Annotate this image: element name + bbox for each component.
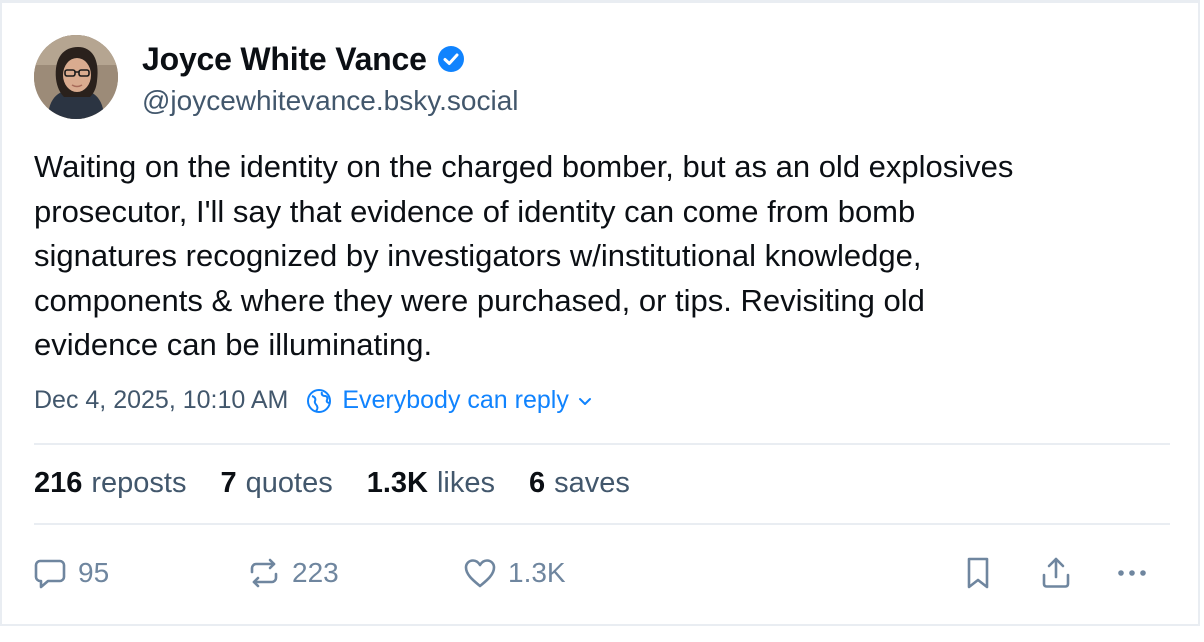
- author-display-name[interactable]: Joyce White Vance: [142, 41, 427, 78]
- bookmark-icon: [960, 555, 996, 591]
- reply-button[interactable]: 95: [32, 555, 109, 591]
- quotes-label: quotes: [245, 467, 333, 499]
- like-count: 1.3K: [508, 557, 566, 588]
- quotes-stat[interactable]: 7 quotes: [221, 467, 333, 500]
- saves-count: 6: [529, 467, 546, 499]
- likes-stat[interactable]: 1.3K likes: [367, 467, 495, 500]
- reply-setting-label: Everybody can reply: [342, 386, 569, 414]
- reply-setting-button[interactable]: Everybody can reply: [306, 386, 593, 415]
- repost-button[interactable]: 223: [246, 555, 339, 591]
- saves-stat[interactable]: 6 saves: [529, 467, 630, 500]
- repost-icon: [246, 555, 282, 591]
- more-options-button[interactable]: [1114, 555, 1150, 591]
- like-button[interactable]: 1.3K: [462, 555, 566, 591]
- globe-icon: [306, 388, 332, 414]
- saves-label: saves: [554, 467, 630, 499]
- post-meta: Dec 4, 2025, 10:10 AM Everybody can repl…: [34, 386, 593, 415]
- reposts-label: reposts: [91, 467, 187, 499]
- heart-icon: [462, 555, 498, 591]
- post-card: Joyce White Vance @joycewhitevance.bsky.…: [0, 0, 1200, 626]
- avatar-photo: [34, 35, 118, 119]
- author-name-row: Joyce White Vance: [142, 39, 519, 79]
- divider: [34, 443, 1170, 445]
- reply-count: 95: [78, 557, 110, 588]
- verified-badge-icon[interactable]: [437, 45, 465, 73]
- quotes-count: 7: [220, 467, 237, 499]
- ellipsis-icon: [1114, 555, 1150, 591]
- post-stats: 216 reposts 7 quotes 1.3K likes 6 saves: [34, 467, 664, 500]
- share-icon: [1038, 555, 1074, 591]
- author-handle[interactable]: @joycewhitevance.bsky.social: [142, 85, 519, 117]
- reposts-stat[interactable]: 216 reposts: [34, 467, 187, 500]
- divider: [34, 523, 1170, 525]
- post-text: Waiting on the identity on the charged b…: [34, 149, 1014, 362]
- share-button[interactable]: [1038, 555, 1074, 591]
- likes-label: likes: [436, 467, 495, 499]
- chevron-down-icon: [577, 393, 593, 409]
- reposts-count: 216: [34, 467, 83, 499]
- author-info: Joyce White Vance @joycewhitevance.bsky.…: [142, 39, 519, 117]
- repost-count: 223: [292, 557, 339, 588]
- save-button[interactable]: [960, 555, 996, 591]
- post-timestamp[interactable]: Dec 4, 2025, 10:10 AM: [34, 386, 288, 415]
- likes-count: 1.3K: [366, 467, 428, 499]
- author-avatar[interactable]: [34, 35, 118, 119]
- reply-icon: [32, 555, 68, 591]
